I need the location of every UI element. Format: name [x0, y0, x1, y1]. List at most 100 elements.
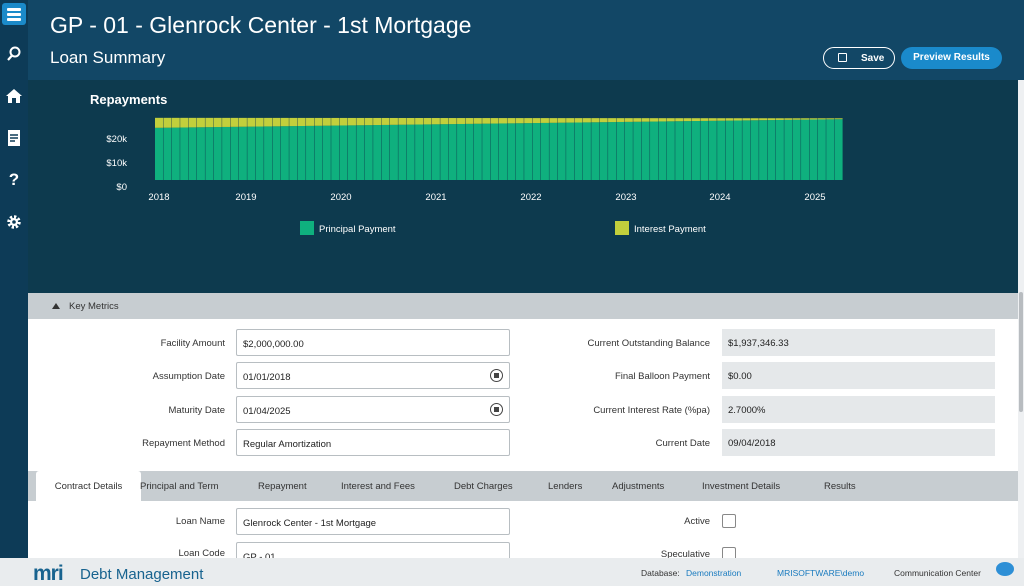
- principal-bar: [641, 121, 650, 180]
- interest-bar: [809, 118, 818, 120]
- interest-bar: [465, 118, 474, 124]
- home-icon[interactable]: [4, 86, 24, 106]
- search-icon[interactable]: [4, 44, 24, 64]
- principal-bar: [272, 126, 281, 180]
- document-icon[interactable]: [4, 128, 24, 148]
- principal-bar: [591, 122, 600, 180]
- principal-bar: [205, 127, 214, 180]
- principal-bar: [759, 120, 768, 180]
- principal-bar: [188, 127, 197, 180]
- principal-bar: [557, 122, 566, 180]
- tab-lenders[interactable]: Lenders: [548, 471, 582, 501]
- principal-bar: [507, 123, 516, 180]
- principal-bar: [792, 119, 801, 180]
- interest-bar: [222, 117, 231, 127]
- scrollbar[interactable]: [1018, 80, 1024, 558]
- chat-bubble-icon[interactable]: [996, 562, 1014, 576]
- interest-bar: [255, 117, 264, 127]
- interest-bar: [742, 118, 751, 121]
- principal-bar: [515, 123, 524, 180]
- interest-bar: [280, 117, 289, 127]
- database-link[interactable]: Demonstration: [686, 568, 741, 578]
- loan-name-field[interactable]: Glenrock Center - 1st Mortgage: [236, 508, 510, 535]
- principal-bar: [155, 127, 163, 180]
- active-checkbox[interactable]: [722, 514, 736, 528]
- tab-interest-and-fees[interactable]: Interest and Fees: [341, 471, 415, 501]
- principal-bar: [398, 124, 407, 180]
- principal-bar: [650, 121, 659, 180]
- principal-bar: [742, 120, 751, 180]
- metric-input[interactable]: 01/04/2025: [236, 396, 510, 423]
- principal-bar: [490, 123, 499, 180]
- interest-bar: [482, 118, 491, 124]
- interest-bar: [599, 118, 608, 123]
- principal-bar: [784, 119, 793, 180]
- principal-bar: [431, 124, 440, 180]
- tab-contract-details[interactable]: Contract Details: [36, 471, 141, 501]
- metric-label: Maturity Date: [168, 405, 226, 416]
- database-label: Database:: [641, 568, 680, 578]
- gear-icon[interactable]: [4, 212, 24, 232]
- mri-logo: mri: [33, 562, 64, 585]
- help-icon[interactable]: ?: [4, 170, 24, 190]
- tab-principal-and-term[interactable]: Principal and Term: [140, 471, 219, 501]
- preview-results-button[interactable]: Preview Results: [901, 47, 1002, 69]
- principal-bar: [616, 121, 625, 180]
- principal-bar: [549, 122, 558, 180]
- interest-bar: [540, 118, 549, 123]
- key-metrics-header[interactable]: Key Metrics: [28, 293, 1018, 319]
- metric-input[interactable]: Regular Amortization: [236, 429, 510, 456]
- interest-bar: [683, 118, 692, 122]
- y-tick-label: $10k: [106, 158, 127, 169]
- interest-bar: [801, 118, 810, 120]
- interest-bar: [549, 118, 558, 123]
- interest-bar: [582, 118, 591, 123]
- interest-bar: [775, 118, 784, 120]
- interest-bar: [339, 117, 348, 126]
- interest-bar: [641, 118, 650, 122]
- principal-bar: [624, 121, 633, 180]
- tab-repayment[interactable]: Repayment: [258, 471, 307, 501]
- principal-bar: [599, 122, 608, 180]
- principal-bar: [633, 121, 642, 180]
- principal-bar: [322, 125, 331, 180]
- interest-bar: [700, 118, 709, 121]
- interest-bar: [381, 117, 390, 125]
- app-name: Debt Management: [80, 566, 204, 583]
- x-tick-label: 2023: [615, 192, 636, 203]
- tab-debt-charges[interactable]: Debt Charges: [454, 471, 513, 501]
- interest-bar: [524, 118, 533, 124]
- metric-label: Current Date: [655, 438, 710, 449]
- principal-bar: [347, 125, 356, 180]
- principal-bar: [675, 121, 684, 180]
- interest-bar: [322, 117, 331, 126]
- metric-label: Current Outstanding Balance: [587, 338, 710, 349]
- menu-icon[interactable]: [2, 3, 26, 25]
- principal-bar: [767, 120, 776, 180]
- principal-bar: [289, 126, 298, 180]
- metric-input[interactable]: $2,000,000.00: [236, 329, 510, 356]
- tab-results[interactable]: Results: [824, 471, 856, 501]
- principal-bar: [700, 120, 709, 180]
- scrollbar-thumb[interactable]: [1019, 292, 1023, 412]
- principal-bar: [339, 125, 348, 180]
- interest-bar: [507, 118, 516, 124]
- interest-bar: [448, 118, 457, 125]
- save-button[interactable]: Save: [823, 47, 895, 69]
- principal-bar: [440, 124, 449, 180]
- tab-investment-details[interactable]: Investment Details: [702, 471, 780, 501]
- principal-bar: [809, 119, 818, 180]
- principal-bar: [775, 119, 784, 180]
- communication-center-label[interactable]: Communication Center: [894, 568, 981, 578]
- principal-bar: [499, 123, 507, 180]
- interest-bar: [499, 118, 507, 124]
- principal-bar: [566, 122, 575, 180]
- interest-bar: [171, 117, 180, 128]
- key-metrics-label: Key Metrics: [69, 301, 119, 312]
- tab-adjustments[interactable]: Adjustments: [612, 471, 664, 501]
- user-link[interactable]: MRISOFTWARE\demo: [777, 568, 864, 578]
- metric-input[interactable]: 01/01/2018: [236, 362, 510, 389]
- interest-bar: [389, 117, 398, 125]
- principal-bar: [222, 126, 231, 180]
- principal-bar: [389, 124, 398, 180]
